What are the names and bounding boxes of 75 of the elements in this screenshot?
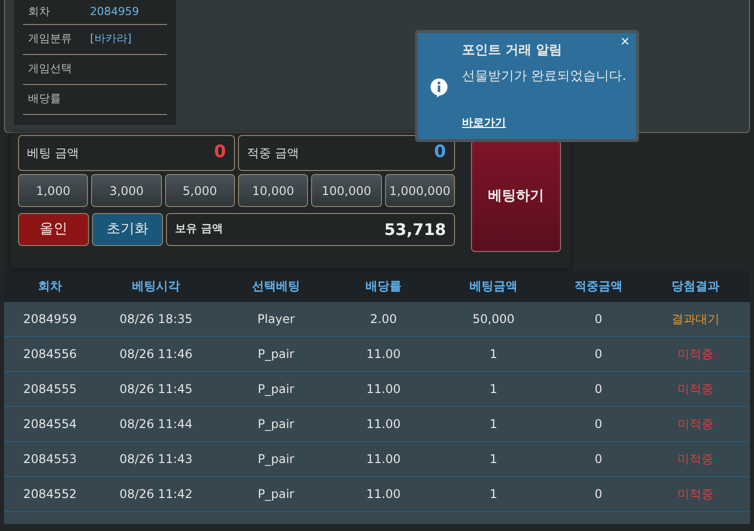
column-header: 적중금액 (574, 278, 624, 295)
table-cell-text: 2084552 (22, 486, 78, 503)
table-cell-text: 1 (488, 346, 498, 363)
table-cell-text: 11.00 (365, 486, 402, 503)
amount-value: 0 (214, 141, 226, 164)
table-cell-text: 0 (594, 486, 604, 503)
info-label: 회차 (28, 4, 51, 20)
table-cell-text: 1 (488, 486, 498, 503)
table-cell-text: P_pair (256, 346, 296, 363)
table-cell-text: 2084959 (22, 311, 78, 328)
table-cell-text: 0 (594, 346, 604, 363)
table-cell-text: 0 (594, 451, 604, 468)
table-cell-text: 0 (594, 381, 604, 398)
table-cell-text: 미적중 (676, 451, 714, 468)
table-cell-text: 08/26 11:45 (118, 381, 194, 398)
column-header: 선택베팅 (251, 278, 301, 295)
info-value: 2084959 (90, 4, 139, 20)
table-cell-text: 0 (594, 416, 604, 433)
table-cell-text: 2.00 (369, 311, 398, 328)
table-cell-text: 08/26 11:44 (118, 416, 194, 433)
chip-button[interactable]: 1,000,000 (384, 174, 455, 207)
table-cell-text: 11.00 (365, 451, 402, 468)
chip-button[interactable]: 100,000 (311, 174, 382, 207)
column-header: 베팅금액 (468, 278, 518, 295)
chip-button[interactable]: 5,000 (164, 174, 235, 207)
column-header: 당첨결과 (670, 278, 720, 295)
reset-button[interactable]: 초기화 (92, 213, 163, 246)
table-cell-text: 미적중 (676, 381, 714, 398)
table-cell-text: 1 (488, 381, 498, 398)
table-cell-text: 2084556 (22, 346, 78, 363)
amount-label: 적중 금액 (247, 145, 299, 162)
table-cell-text: 11.00 (365, 346, 402, 363)
table-cell-text: 1 (488, 416, 498, 433)
chip-button[interactable]: 3,000 (91, 174, 162, 207)
table-cell-text: 08/26 11:43 (118, 451, 194, 468)
table-cell-text: P_pair (256, 416, 296, 433)
info-label: 게임분류 (28, 31, 73, 48)
table-cell-text: 08/26 11:42 (118, 486, 194, 503)
table-cell-text: Player (256, 311, 296, 328)
table-cell-text: 미적중 (676, 416, 714, 433)
table-cell-text: P_pair (256, 451, 296, 468)
all-in-button[interactable]: 올인 (18, 213, 89, 246)
link[interactable]: 바로가기 (462, 115, 506, 132)
table-cell-text: 2084554 (22, 416, 78, 433)
chip-button[interactable]: 10,000 (238, 174, 308, 207)
table-cell-text: P_pair (256, 381, 296, 398)
table-cell-text: 0 (594, 311, 604, 328)
column-header: 베팅시각 (131, 278, 181, 295)
chip-button[interactable]: 1,000 (18, 174, 88, 207)
info-label: 게임선택 (28, 61, 73, 78)
table-cell-text: 미적중 (676, 486, 714, 503)
table-cell-text: 08/26 18:35 (118, 311, 194, 328)
bet-button[interactable]: 베팅하기 (471, 140, 561, 252)
info-value: [바카라] (90, 31, 132, 48)
column-header: 배당률 (364, 278, 402, 295)
amount-label: 베팅 금액 (27, 145, 79, 162)
info-label: 배당률 (28, 91, 62, 108)
table-cell-text: 50,000 (472, 311, 516, 328)
table-cell-text: 미적중 (676, 346, 714, 363)
table-cell-text: 11.00 (365, 416, 402, 433)
balance-label: 보유 금액 (175, 221, 223, 238)
table-cell-text: 1 (488, 451, 498, 468)
table-cell-text: 08/26 11:46 (118, 346, 194, 363)
toast-title: 포인트 거래 알림 (462, 42, 562, 60)
table-cell-text: 11.00 (365, 381, 402, 398)
column-header: 회차 (37, 278, 63, 295)
close-button[interactable]: × (620, 35, 630, 47)
balance-value: 53,718 (384, 218, 446, 240)
amount-value: 0 (434, 141, 446, 164)
table-cell-text: P_pair (256, 486, 296, 503)
table-cell-text: 2084555 (22, 381, 78, 398)
toast-message: 선물받기가 완료되었습니다. (462, 69, 628, 86)
table-cell-text: 결과대기 (670, 311, 720, 328)
info-icon (430, 78, 448, 98)
table-cell-text: 2084553 (22, 451, 78, 468)
